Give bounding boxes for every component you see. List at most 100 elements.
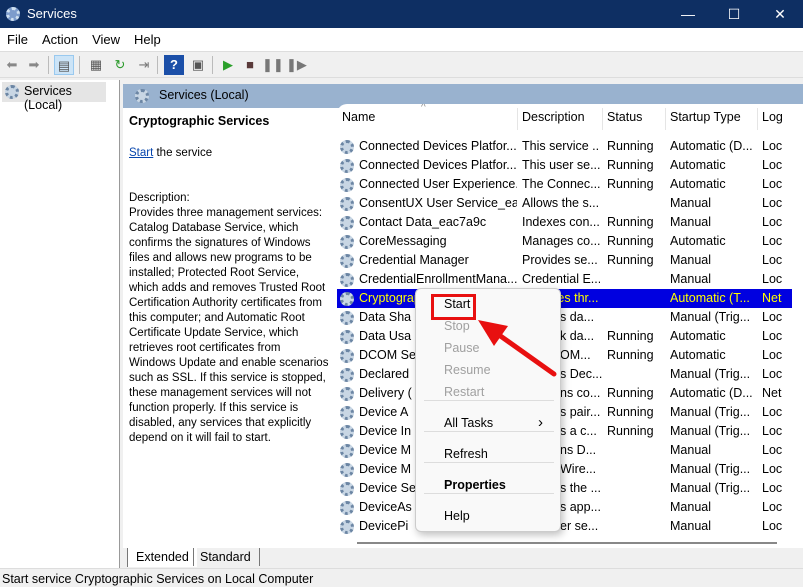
service-startup-type: Automatic (D...	[670, 139, 753, 153]
table-row[interactable]: Device Se s the ... Manual (Trig... Loc	[337, 479, 792, 498]
service-log-on-as: Loc	[762, 367, 783, 381]
gear-icon	[340, 368, 354, 382]
forward-icon[interactable]: ➡	[24, 55, 44, 75]
export-icon[interactable]: ⇥	[134, 55, 154, 75]
menu-item-help[interactable]: Help	[444, 509, 470, 523]
menu-item-all-tasks[interactable]: All Tasks	[444, 416, 493, 430]
service-name: Connected Devices Platfor...	[359, 158, 517, 172]
table-row[interactable]: Credential Manager Provides se... Running M…	[337, 251, 792, 270]
column-header-startup-type[interactable]: Startup Type	[670, 110, 741, 124]
service-description: Manages co...	[522, 234, 600, 248]
service-status: Running	[607, 329, 654, 343]
services-list: ^ Name Description Status Startup Type L…	[337, 104, 803, 548]
table-row[interactable]: Device In s a c... Running Manual (Trig... L…	[337, 422, 792, 441]
services-app-icon	[6, 7, 20, 21]
start-service-link[interactable]: Start	[129, 147, 153, 159]
gear-icon	[340, 254, 354, 268]
service-name: ConsentUX User Service_ea...	[359, 196, 517, 210]
service-log-on-as: Loc	[762, 177, 783, 191]
gear-icon	[340, 178, 354, 192]
service-log-on-as: Loc	[762, 462, 783, 476]
menu-file[interactable]: File	[0, 28, 35, 51]
column-header-log-on-as[interactable]: Log	[762, 110, 783, 124]
gear-icon	[340, 520, 354, 534]
tab-standard[interactable]: Standard	[193, 548, 260, 566]
column-header-name[interactable]: Name	[342, 110, 375, 124]
horizontal-scrollbar[interactable]	[357, 542, 777, 544]
gear-icon	[340, 140, 354, 154]
table-row[interactable]: CoreMessaging Manages co... Running Automat…	[337, 232, 792, 251]
gear-icon	[340, 463, 354, 477]
table-row[interactable]: Delivery (ns co... Running Automatic (D...…	[337, 384, 792, 403]
column-header-description[interactable]: Description	[522, 110, 585, 124]
minimize-button[interactable]: —	[665, 0, 711, 28]
column-header-status[interactable]: Status	[607, 110, 642, 124]
menu-item-refresh[interactable]: Refresh	[444, 447, 488, 461]
table-row[interactable]: Cryptographic ServicesProvides thr...Aut…	[337, 289, 792, 308]
table-row[interactable]: Connected User Experience... The Connec..…	[337, 175, 792, 194]
menu-item-restart[interactable]: Restart	[444, 385, 484, 399]
refresh-icon[interactable]: ↻	[110, 55, 130, 75]
gear-icon	[340, 425, 354, 439]
console-icon[interactable]: ▣	[188, 55, 208, 75]
tree-item-services-local[interactable]: Services (Local)	[2, 82, 106, 112]
menu-separator	[424, 462, 554, 463]
table-row[interactable]: Contact Data_eac7a9c Indexes con... Runnin…	[337, 213, 792, 232]
table-row[interactable]: Connected Devices Platfor... This user se…	[337, 156, 792, 175]
menu-help[interactable]: Help	[127, 28, 168, 51]
stop-icon[interactable]: ■	[240, 55, 260, 75]
service-status: Running	[607, 234, 654, 248]
service-name: Contact Data_eac7a9c	[359, 215, 487, 229]
gear-icon	[340, 159, 354, 173]
pause-icon[interactable]: ❚❚	[262, 55, 284, 75]
service-startup-type: Manual	[670, 519, 711, 533]
menu-item-properties[interactable]: Properties	[444, 478, 506, 492]
service-log-on-as: Loc	[762, 519, 783, 533]
table-row[interactable]: CredentialEnrollmentMana... Credential E.…	[337, 270, 792, 289]
show-hide-tree-icon[interactable]: ▤	[54, 55, 74, 75]
maximize-button[interactable]: ☐	[711, 0, 757, 28]
service-startup-type: Manual (Trig...	[670, 424, 751, 438]
service-name: CoreMessaging	[359, 234, 447, 248]
table-row[interactable]: Device Mns D... Manual Loc	[337, 441, 792, 460]
close-button[interactable]: ✕	[757, 0, 803, 28]
pane-header-title: Services (Local)	[159, 88, 249, 102]
gear-icon	[5, 85, 19, 99]
tab-extended[interactable]: Extended	[127, 548, 197, 567]
service-description: This user se...	[522, 158, 600, 172]
service-status: Running	[607, 386, 654, 400]
service-log-on-as: Loc	[762, 158, 783, 172]
service-description: Provides se...	[522, 253, 598, 267]
table-row[interactable]: ConsentUX User Service_ea... Allows the s…	[337, 194, 792, 213]
service-description: s app...	[560, 500, 601, 514]
menu-view[interactable]: View	[85, 28, 127, 51]
description-text: Provides three management services: Cata…	[129, 207, 329, 444]
back-icon[interactable]: ⬅	[2, 55, 22, 75]
service-startup-type: Automatic	[670, 177, 726, 191]
gear-icon	[340, 311, 354, 325]
service-startup-type: Manual	[670, 272, 711, 286]
help-icon[interactable]: ?	[164, 55, 184, 75]
table-row[interactable]: DevicePi er se... Manual Loc	[337, 517, 792, 536]
service-startup-type: Manual	[670, 443, 711, 457]
service-log-on-as: Loc	[762, 329, 783, 343]
menu-item-stop[interactable]: Stop	[444, 319, 470, 333]
tree-item-label: Services (Local)	[24, 84, 72, 112]
service-log-on-as: Loc	[762, 215, 783, 229]
table-row[interactable]: Device As pair... Running Manual (Trig... L…	[337, 403, 792, 422]
table-row[interactable]: DeviceAs s app... Manual Loc	[337, 498, 792, 517]
gear-icon	[340, 197, 354, 211]
restart-icon[interactable]: ❚▶	[286, 55, 307, 75]
table-row[interactable]: Connected Devices Platfor... This service…	[337, 137, 792, 156]
table-row[interactable]: Device M Wire... Manual (Trig... Loc	[337, 460, 792, 479]
service-log-on-as: Loc	[762, 234, 783, 248]
service-description: Credential E...	[522, 272, 600, 286]
menu-separator	[424, 493, 554, 494]
menu-action[interactable]: Action	[35, 28, 85, 51]
properties-icon[interactable]: ▦	[86, 55, 106, 75]
title-bar: Services — ☐ ✕	[0, 0, 803, 28]
menu-bar: File Action View Help	[0, 28, 803, 52]
service-description: ns D...	[560, 443, 597, 457]
gear-icon	[340, 501, 354, 515]
start-icon[interactable]: ▶	[218, 55, 238, 75]
